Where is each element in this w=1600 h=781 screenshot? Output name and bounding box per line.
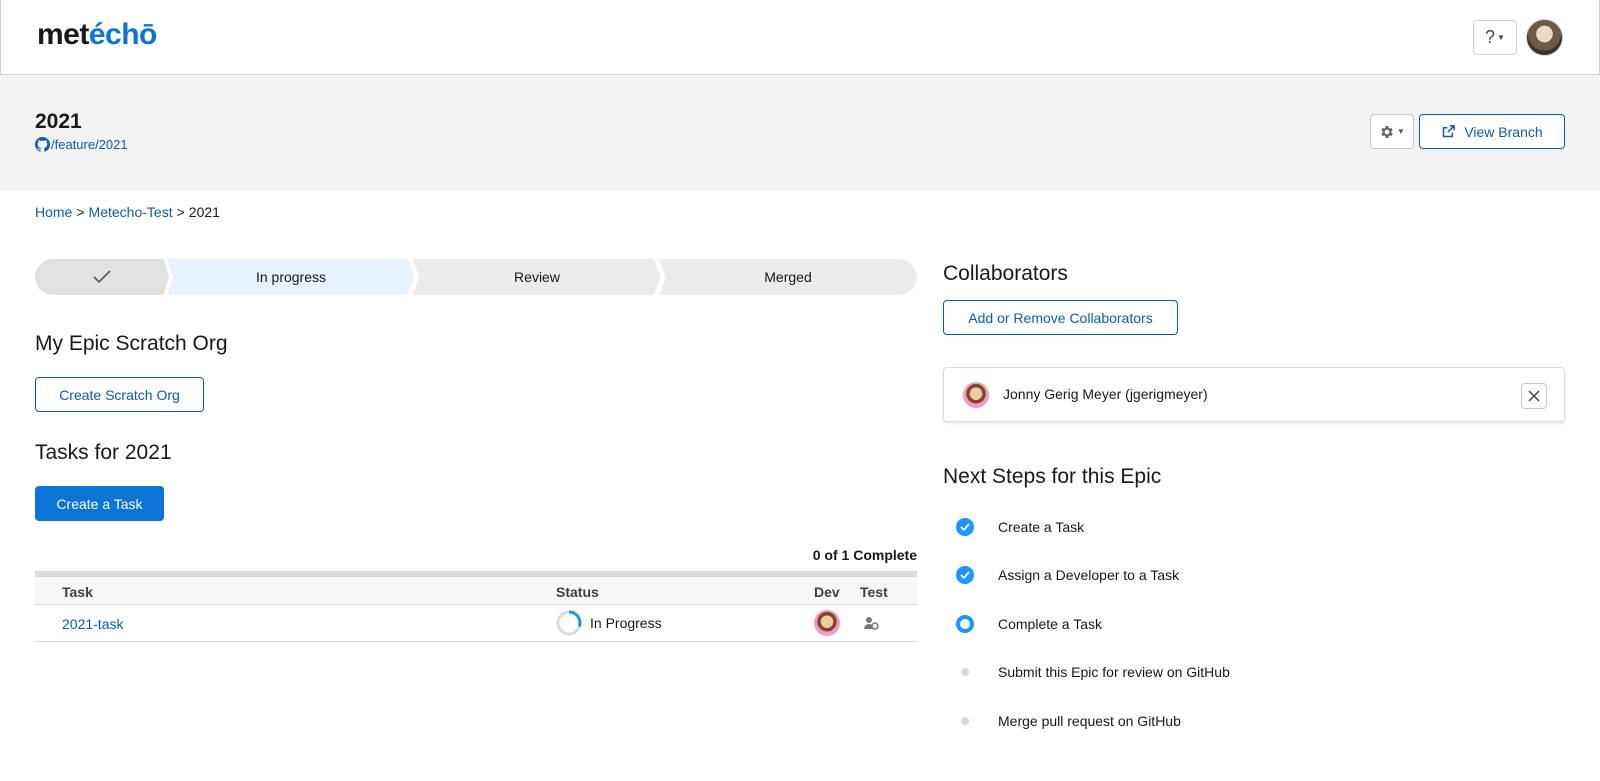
next-step-label: Complete a Task bbox=[998, 616, 1103, 632]
assign-tester-icon[interactable] bbox=[863, 615, 879, 634]
help-menu-button[interactable]: ? ▼ bbox=[1473, 20, 1517, 55]
next-step-item: Complete a Task bbox=[955, 613, 1102, 635]
step-marker bbox=[955, 711, 975, 731]
epic-status-path: In progress Review Merged bbox=[35, 259, 917, 295]
path-step-label: In progress bbox=[255, 269, 327, 285]
collaborator-name: Jonny Gerig Meyer (jgerigmeyer) bbox=[1003, 386, 1208, 402]
todo-step-icon bbox=[961, 668, 969, 676]
table-row: 2021-task In Progress bbox=[35, 605, 917, 642]
next-step-label: Submit this Epic for review on GitHub bbox=[998, 664, 1230, 680]
path-step-label: Review bbox=[514, 269, 560, 285]
create-task-button[interactable]: Create a Task bbox=[35, 486, 164, 521]
next-step-label: Merge pull request on GitHub bbox=[998, 713, 1181, 729]
branch-link[interactable]: /feature/2021 bbox=[35, 137, 128, 152]
task-link[interactable]: 2021-task bbox=[62, 616, 123, 632]
gear-icon bbox=[1381, 125, 1393, 138]
external-link-icon bbox=[1443, 125, 1456, 138]
manage-collaborators-button[interactable]: Add or Remove Collaborators bbox=[943, 300, 1178, 335]
next-step-item: Submit this Epic for review on GitHub bbox=[955, 661, 1230, 683]
progress-ring-icon bbox=[556, 610, 582, 636]
caret-down-icon: ▼ bbox=[1497, 33, 1505, 42]
path-step-in-progress: In progress bbox=[167, 259, 415, 295]
table-header: Task Status Dev Test bbox=[35, 571, 917, 605]
check-circle-icon bbox=[956, 566, 974, 584]
path-step-review: Review bbox=[413, 259, 661, 295]
collaborators-heading: Collaborators bbox=[943, 262, 1068, 285]
next-steps-heading: Next Steps for this Epic bbox=[943, 465, 1162, 488]
create-scratch-org-button[interactable]: Create Scratch Org bbox=[35, 377, 204, 412]
path-step-merged: Merged bbox=[659, 259, 917, 295]
breadcrumb-separator: > bbox=[176, 204, 185, 220]
current-step-icon bbox=[956, 615, 974, 633]
next-step-item: Assign a Developer to a Task bbox=[955, 564, 1179, 586]
caret-down-icon: ▼ bbox=[1397, 127, 1405, 136]
scratch-org-heading: My Epic Scratch Org bbox=[35, 332, 228, 355]
check-circle-icon bbox=[956, 518, 974, 536]
next-step-label: Assign a Developer to a Task bbox=[998, 567, 1180, 583]
github-icon bbox=[35, 137, 50, 152]
remove-collaborator-button[interactable] bbox=[1521, 383, 1547, 409]
developer-avatar[interactable] bbox=[814, 610, 840, 636]
global-header: metéchō ? ▼ bbox=[0, 0, 1600, 75]
checkmark-icon bbox=[93, 270, 111, 284]
path-step-complete bbox=[35, 259, 169, 295]
help-label: ? bbox=[1485, 27, 1496, 47]
page-header: 2021 /feature/2021 ▼ View Branch bbox=[0, 75, 1600, 191]
logo-main-text: met bbox=[37, 18, 89, 51]
todo-step-icon bbox=[961, 717, 969, 725]
column-header-test: Test bbox=[860, 584, 888, 600]
next-step-item: Merge pull request on GitHub bbox=[955, 710, 1181, 732]
step-marker bbox=[955, 517, 975, 537]
tasks-heading: Tasks for 2021 bbox=[35, 441, 172, 464]
avatar bbox=[963, 382, 989, 408]
view-branch-button[interactable]: View Branch bbox=[1419, 114, 1565, 149]
breadcrumb: Home > Metecho-Test >2021 bbox=[35, 204, 220, 220]
breadcrumb-separator: > bbox=[76, 204, 85, 220]
user-avatar[interactable] bbox=[1526, 19, 1563, 56]
step-marker bbox=[955, 662, 975, 682]
branch-name: /feature/2021 bbox=[51, 137, 128, 152]
next-step-item: Create a Task bbox=[955, 516, 1084, 538]
view-branch-label: View Branch bbox=[1464, 123, 1543, 140]
path-step-label: Merged bbox=[764, 269, 812, 285]
page-title: 2021 bbox=[35, 110, 82, 133]
column-header-dev: Dev bbox=[814, 584, 840, 600]
step-marker bbox=[955, 565, 975, 585]
breadcrumb-current: 2021 bbox=[188, 204, 220, 220]
breadcrumb-project[interactable]: Metecho-Test bbox=[89, 204, 173, 220]
next-step-label: Create a Task bbox=[998, 519, 1085, 535]
step-marker bbox=[955, 614, 975, 634]
task-status: In Progress bbox=[556, 610, 662, 636]
metecho-logo[interactable]: metéchō bbox=[37, 18, 157, 52]
settings-menu-button[interactable]: ▼ bbox=[1370, 114, 1414, 149]
logo-accent-text: échō bbox=[88, 18, 158, 51]
column-header-status: Status bbox=[556, 584, 599, 600]
tasks-complete-count: 0 of 1 Complete bbox=[812, 547, 917, 563]
breadcrumb-home[interactable]: Home bbox=[35, 204, 72, 220]
close-icon bbox=[1528, 390, 1540, 402]
collaborator-card: Jonny Gerig Meyer (jgerigmeyer) bbox=[943, 367, 1565, 422]
task-status-label: In Progress bbox=[590, 615, 662, 631]
tasks-table: Task Status Dev Test 2021-task In Progre… bbox=[35, 571, 917, 642]
column-header-task: Task bbox=[62, 584, 93, 600]
